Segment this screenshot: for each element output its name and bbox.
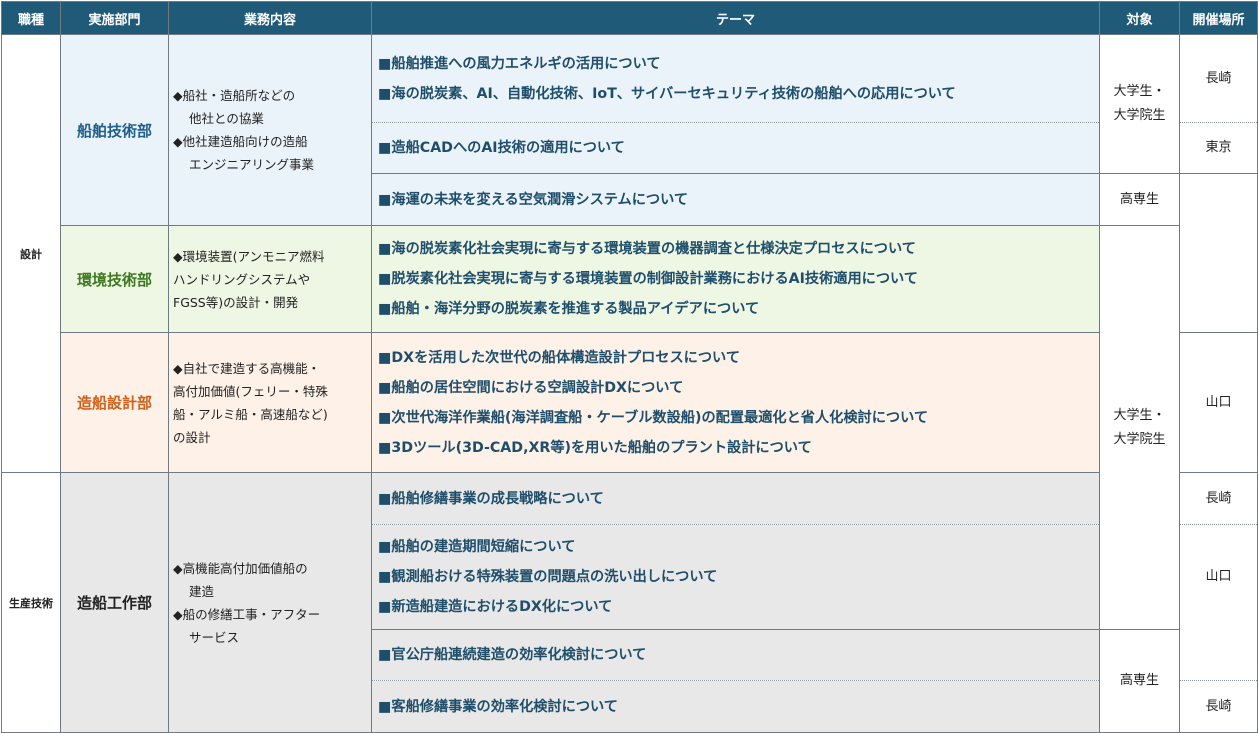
desc-line: FGSS等)の設計・開発 bbox=[173, 294, 299, 310]
desc-line: ◆高機能高付加価値船の bbox=[173, 560, 308, 576]
desc-line: ◆自社で建造する高機能・ bbox=[173, 360, 321, 376]
theme-item: ■造船CADへのAI技術の適用について bbox=[378, 140, 625, 156]
theme-item: ■脱炭素化社会実現に寄与する環境装置の制御設計業務におけるAI技術適用について bbox=[378, 271, 918, 287]
theme-item: ■新造船建造におけるDX化について bbox=[378, 599, 613, 615]
place-nagasaki-4: 長崎 bbox=[1179, 680, 1258, 733]
target-line: 大学生・ bbox=[1113, 84, 1166, 99]
theme-item: ■客船修繕事業の効率化検討について bbox=[378, 698, 618, 715]
desc-line: ハンドリングシステムや bbox=[173, 271, 311, 287]
theme-item: ■船舶・海洋分野の脱炭素を推進する製品アイデアについて bbox=[378, 301, 760, 317]
desc-ship-works: ◆高機能高付加価値船の 建造 ◆船の修繕工事・アフター サービス bbox=[168, 472, 372, 733]
dept-env-tech: 環境技術部 bbox=[60, 225, 169, 333]
desc-line: ◆船社・造船所などの bbox=[173, 88, 296, 103]
desc-line: 船・アルミ船・高速船など) bbox=[173, 406, 328, 422]
desc-line: ◆他社建造船向けの造船 bbox=[173, 134, 308, 149]
recruit-theme-table-page: 職種 実施部門 業務内容 テーマ 対象 開催場所 設計 船舶技術部 ◆船社・造船… bbox=[0, 0, 1258, 733]
theme-group-5: ■DXを活用した次世代の船体構造設計プロセスについて ■船舶の居住空間における空… bbox=[371, 332, 1100, 473]
theme-item: ■船舶の建造期間短縮について bbox=[378, 539, 576, 555]
place-tokyo: 東京 bbox=[1179, 122, 1258, 174]
theme-item: ■3Dツール(3D-CAD,XR等)を用いた船舶のプラント設計について bbox=[378, 439, 812, 456]
place-nagasaki-1: 長崎 bbox=[1179, 34, 1258, 123]
theme-group-9: ■客船修繕事業の効率化検討について bbox=[371, 680, 1100, 733]
target-line: 大学院生 bbox=[1113, 108, 1166, 123]
place-yamaguchi-1: 山口 bbox=[1179, 332, 1258, 473]
theme-item: ■海運の未来を変える空気潤滑システムについて bbox=[378, 191, 689, 208]
theme-group-8: ■官公庁船連続建造の効率化検討について bbox=[371, 629, 1100, 681]
dept-ship-works: 造船工作部 bbox=[60, 472, 169, 733]
desc-line: ◆船の修繕工事・アフター bbox=[173, 606, 321, 622]
target-line: 大学生・ bbox=[1113, 407, 1166, 423]
header-dept: 実施部門 bbox=[60, 1, 169, 35]
theme-item: ■官公庁船連続建造の効率化検討について bbox=[378, 647, 647, 663]
target-univ-2: 大学生・ 大学院生 bbox=[1099, 225, 1180, 630]
place-blank bbox=[1179, 173, 1258, 226]
desc-line: 高付加価値(フェリー・特殊 bbox=[173, 383, 328, 399]
header-target: 対象 bbox=[1099, 1, 1180, 35]
desc-line: の設計 bbox=[173, 429, 211, 445]
job-production: 生産技術 bbox=[1, 472, 61, 733]
desc-line: 他社との協業 bbox=[189, 111, 264, 126]
desc-ship-tech: ◆船社・造船所などの 他社との協業 ◆他社建造船向けの造船 エンジニアリング事業 bbox=[168, 34, 372, 226]
job-design: 設計 bbox=[1, 34, 61, 473]
theme-item: ■海の脱炭素、AI、自動化技術、IoT、サイバーセキュリティ技術の船舶への応用に… bbox=[378, 85, 956, 102]
header-job: 職種 bbox=[1, 1, 61, 35]
theme-item: ■海の脱炭素化社会実現に寄与する環境装置の機器調査と仕様決定プロセスについて bbox=[378, 241, 916, 257]
dept-ship-tech: 船舶技術部 bbox=[60, 34, 169, 226]
theme-item: ■船舶修繕事業の成長戦略について bbox=[378, 490, 604, 507]
desc-line: エンジニアリング事業 bbox=[189, 157, 315, 172]
theme-group-1: ■船舶推進への風力エネルギの活用について ■海の脱炭素、AI、自動化技術、IoT… bbox=[371, 34, 1100, 123]
place-nagasaki-3: 長崎 bbox=[1179, 472, 1258, 525]
place-yamaguchi-2: 山口 bbox=[1179, 524, 1258, 630]
theme-group-6: ■船舶修繕事業の成長戦略について bbox=[371, 472, 1100, 525]
theme-item: ■船舶の居住空間における空調設計DXについて bbox=[378, 379, 684, 396]
theme-item: ■DXを活用した次世代の船体構造設計プロセスについて bbox=[378, 349, 741, 366]
target-kosen-1: 高専生 bbox=[1099, 173, 1180, 226]
theme-item: ■観測船おける特殊装置の問題点の洗い出しについて bbox=[378, 569, 718, 585]
theme-group-2: ■造船CADへのAI技術の適用について bbox=[371, 122, 1100, 174]
dept-ship-design: 造船設計部 bbox=[60, 332, 169, 473]
desc-line: ◆環境装置(アンモニア燃料 bbox=[173, 248, 325, 264]
theme-group-7: ■船舶の建造期間短縮について ■観測船おける特殊装置の問題点の洗い出しについて … bbox=[371, 524, 1100, 630]
target-univ-1: 大学生・ 大学院生 bbox=[1099, 34, 1180, 174]
theme-item: ■船舶推進への風力エネルギの活用について bbox=[378, 55, 661, 72]
desc-line: 建造 bbox=[189, 583, 215, 599]
desc-ship-design: ◆自社で建造する高機能・ 高付加価値(フェリー・特殊 船・アルミ船・高速船など)… bbox=[168, 332, 372, 473]
theme-group-4: ■海の脱炭素化社会実現に寄与する環境装置の機器調査と仕様決定プロセスについて ■… bbox=[371, 225, 1100, 333]
header-work: 業務内容 bbox=[168, 1, 372, 35]
header-place: 開催場所 bbox=[1179, 1, 1258, 35]
theme-table: 職種 実施部門 業務内容 テーマ 対象 開催場所 設計 船舶技術部 ◆船社・造船… bbox=[1, 1, 1258, 733]
desc-env-tech: ◆環境装置(アンモニア燃料 ハンドリングシステムや FGSS等)の設計・開発 bbox=[168, 225, 372, 333]
desc-line: サービス bbox=[189, 629, 240, 645]
target-kosen-2: 高専生 bbox=[1099, 629, 1180, 733]
theme-group-3: ■海運の未来を変える空気潤滑システムについて bbox=[371, 173, 1100, 226]
theme-item: ■次世代海洋作業船(海洋調査船・ケーブル数設船)の配置最適化と省人化検討について bbox=[378, 409, 929, 426]
place-blank-2 bbox=[1179, 629, 1258, 681]
place-nagasaki-2: 長崎 bbox=[1179, 225, 1258, 333]
header-theme: テーマ bbox=[371, 1, 1100, 35]
target-line: 大学院生 bbox=[1113, 431, 1166, 447]
